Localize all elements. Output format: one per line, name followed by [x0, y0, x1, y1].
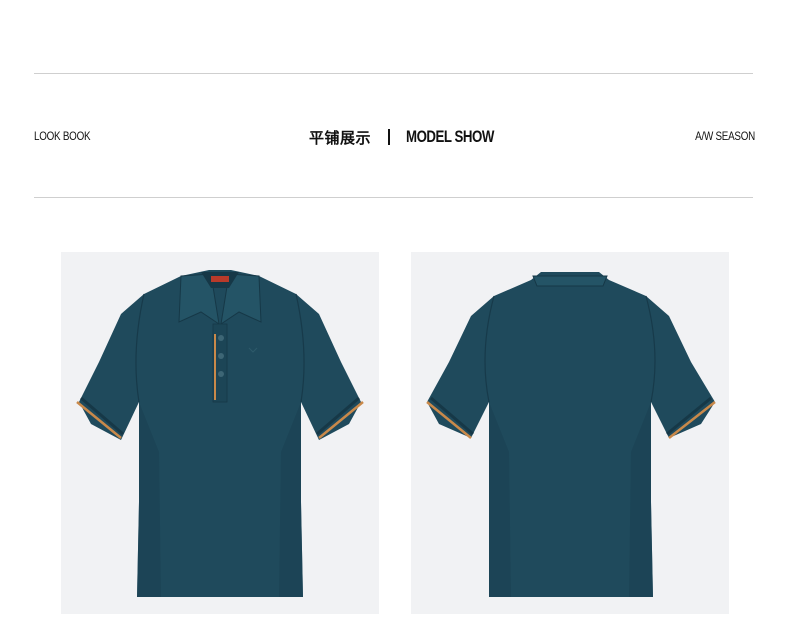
button-2 — [218, 353, 224, 359]
polo-back-image — [411, 252, 729, 614]
polo-front-illustration — [76, 270, 364, 597]
section-title-en: MODEL SHOW — [406, 127, 494, 146]
back-collar — [532, 275, 608, 287]
brand-label — [211, 276, 229, 282]
polo-front-image — [61, 252, 379, 614]
look-book-label: LOOK BOOK — [34, 129, 91, 143]
bottom-divider — [34, 197, 753, 198]
season-label: A/W SEASON — [695, 129, 755, 143]
section-header: LOOK BOOK 平铺展示 MODEL SHOW A/W SEASON — [0, 125, 790, 149]
polo-back-illustration — [426, 272, 716, 597]
section-title: 平铺展示 MODEL SHOW — [309, 125, 519, 149]
section-title-cn: 平铺展示 — [309, 128, 372, 147]
button-3 — [218, 371, 224, 377]
button-1 — [218, 335, 224, 341]
title-separator — [388, 129, 391, 145]
top-divider — [34, 73, 753, 74]
